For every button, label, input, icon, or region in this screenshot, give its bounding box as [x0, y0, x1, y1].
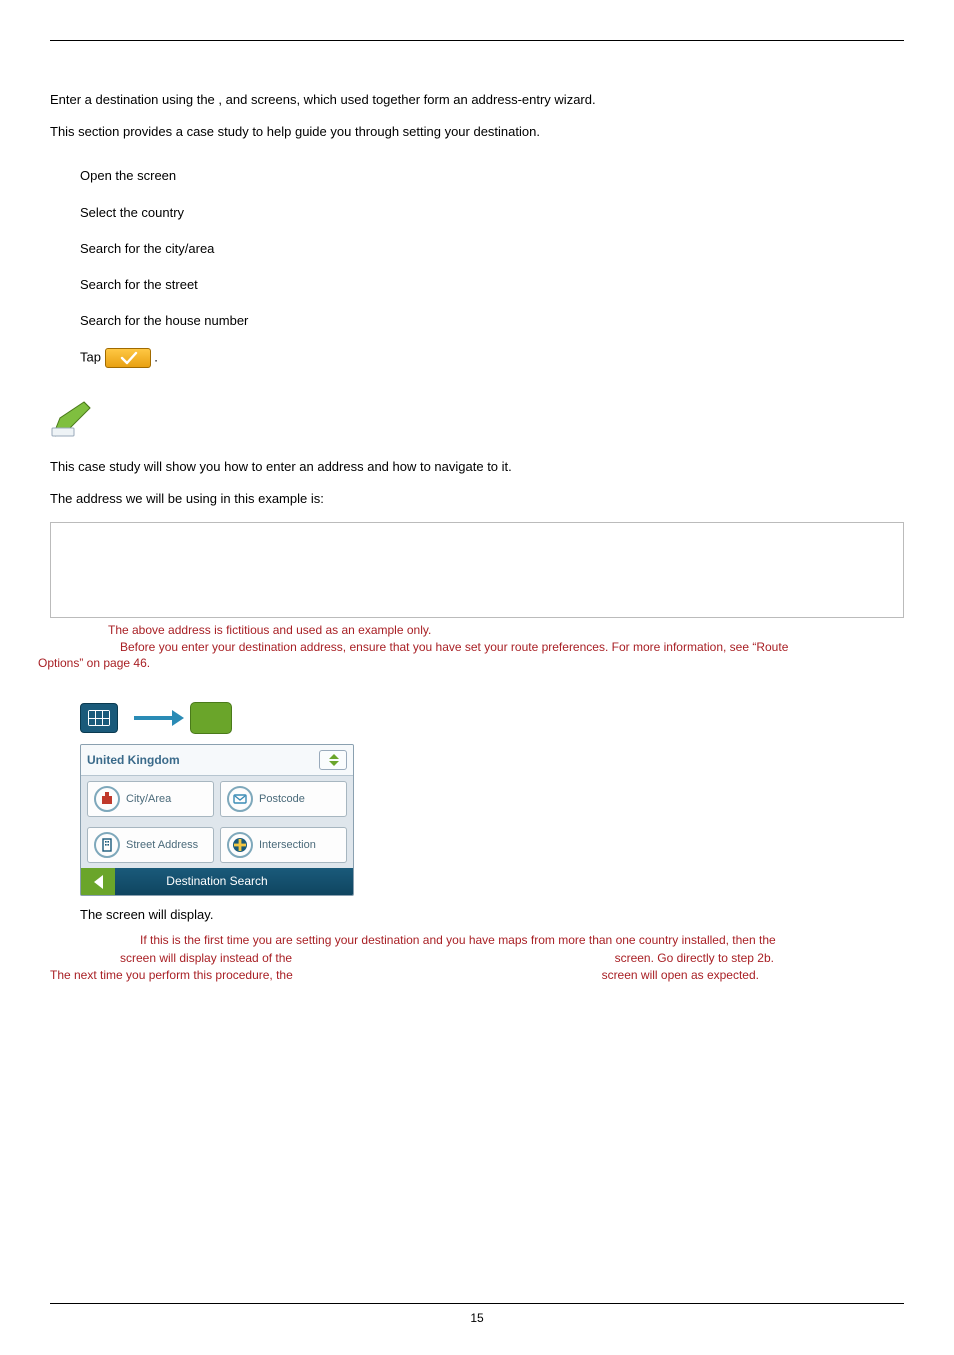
steps-list: Open the screen Select the country Searc… — [80, 167, 904, 368]
step-4: Search for the street — [80, 276, 904, 294]
nav-icon-row — [80, 696, 904, 744]
arrow-right-icon — [134, 716, 174, 720]
panel-footer-title: Destination Search — [166, 874, 267, 888]
country-label: United Kingdom — [87, 752, 180, 769]
destination-search-panel: United Kingdom City/Area Postcode — [80, 744, 354, 896]
red-l3a: The next time you perform this procedure… — [50, 968, 293, 982]
body-p2: The address we will be using in this exa… — [50, 490, 904, 508]
street-address-icon — [94, 832, 120, 858]
city-area-label: City/Area — [126, 792, 171, 807]
address-box — [50, 522, 904, 618]
go-icon — [190, 702, 232, 734]
city-area-button[interactable]: City/Area — [87, 781, 214, 817]
intro-text: screens, which used together form an add… — [251, 92, 596, 107]
intersection-button[interactable]: Intersection — [220, 827, 347, 863]
intro-line-2: This section provides a case study to he… — [50, 123, 904, 141]
header-rule — [50, 40, 904, 41]
map-menu-icon — [80, 703, 118, 733]
step-1: Open the screen — [80, 167, 904, 185]
step-3: Search for the city/area — [80, 240, 904, 258]
back-button[interactable] — [81, 868, 115, 895]
step-text: screen — [137, 168, 176, 183]
step-text: Tap — [80, 350, 105, 365]
intro-text: , — [218, 92, 225, 107]
step-text: . — [154, 350, 158, 365]
city-area-icon — [94, 786, 120, 812]
country-dropdown-icon[interactable] — [319, 750, 347, 770]
panel-footer: Destination Search — [81, 868, 353, 895]
postcode-icon — [227, 786, 253, 812]
note-line-2b: Options” on page 46. — [38, 656, 150, 670]
step-6: Tap . — [80, 348, 904, 368]
red-l3b: screen will open as expected. — [602, 968, 759, 982]
street-address-label: Street Address — [126, 839, 198, 851]
after-panel-text: The screen will display. — [80, 906, 904, 924]
red-note-block: If this is the first time you are settin… — [50, 932, 904, 984]
red-l2a: screen will display instead of the — [120, 951, 292, 965]
step-2: Select the country — [80, 204, 904, 222]
postcode-label: Postcode — [259, 792, 305, 807]
ui-screenshot: United Kingdom City/Area Postcode — [80, 696, 904, 896]
ok-button-icon — [105, 348, 151, 368]
intro-line-1: Enter a destination using the , and scre… — [50, 91, 904, 109]
intro-text: and — [226, 92, 251, 107]
red-l1: If this is the first time you are settin… — [140, 933, 776, 947]
body-p1: This case study will show you how to ent… — [50, 458, 904, 476]
page-number: 15 — [470, 1311, 483, 1325]
after-b: screen will display. — [106, 907, 213, 922]
note-line-1: The above address is fictitious and used… — [120, 622, 904, 639]
note-block: The above address is fictitious and used… — [50, 622, 904, 672]
page-footer: 15 — [50, 1303, 904, 1327]
panel-header: United Kingdom — [81, 745, 353, 776]
intersection-icon — [227, 832, 253, 858]
after-a: The — [80, 907, 106, 922]
note-line-2a: Before you enter your destination addres… — [120, 640, 788, 654]
red-l2b: screen. Go directly to step 2b. — [615, 951, 774, 965]
intro-text: Enter a destination using the — [50, 92, 218, 107]
step-5: Search for the house number — [80, 312, 904, 330]
step-text: Open the — [80, 168, 137, 183]
pencil-note-icon — [50, 398, 98, 443]
postcode-button[interactable]: Postcode — [220, 781, 347, 817]
intersection-label: Intersection — [259, 838, 316, 853]
street-address-button[interactable]: Street Address — [87, 827, 214, 863]
